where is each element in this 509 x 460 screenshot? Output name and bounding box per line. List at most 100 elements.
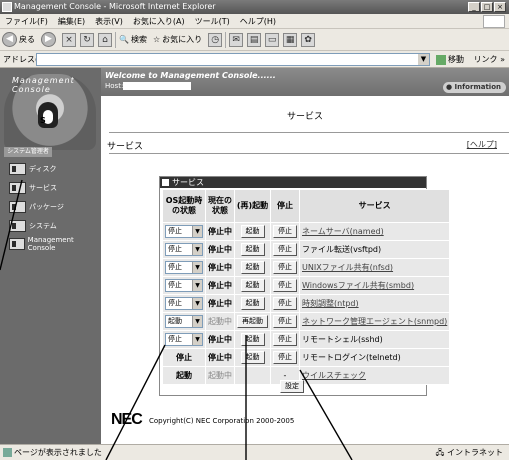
apply-button[interactable]: 設定 — [280, 380, 304, 393]
status-bar: ページが表示されました 🖧 イントラネット — [0, 444, 509, 460]
start-button[interactable]: 起動 — [240, 261, 265, 274]
menu-file[interactable]: ファイル(F) — [0, 16, 53, 27]
service-cell: リモートログイン(telnetd) — [298, 348, 451, 367]
sidebar-item-disk[interactable]: ディスク — [9, 163, 57, 175]
menu-view[interactable]: 表示(V) — [90, 16, 128, 27]
service-link[interactable]: Windowsファイル共有(smbd) — [302, 281, 414, 290]
start-cell — [234, 366, 271, 385]
intranet-zone: 🖧 イントラネット — [435, 448, 503, 457]
service-link[interactable]: ウイルスチェック — [302, 371, 366, 380]
toolbar: ◀ 戻る ▶ × ↻ ⌂ 🔍 検索 ☆ お気に入り ◷ ✉ ▤ ▭ ▦ ✿ — [0, 29, 509, 51]
col-header-service: サービス — [298, 189, 451, 223]
boot-select[interactable]: 停止 ▼ — [165, 297, 203, 310]
table-row: 停止 停止中 起動 停止 リモートログイン(telnetd) — [162, 348, 451, 367]
service-link[interactable]: ネットワーク管理エージェント(snmpd) — [302, 317, 447, 326]
stop-button[interactable]: 停止 — [273, 279, 297, 292]
boot-state: 停止 — [162, 348, 206, 367]
boot-select[interactable]: 起動 ▼ — [165, 315, 203, 328]
stop-button[interactable]: 停止 — [273, 333, 297, 346]
service-icon — [9, 182, 26, 194]
divider — [109, 132, 509, 133]
history-icon[interactable]: ◷ — [208, 32, 223, 47]
page-title: サービス — [286, 112, 323, 122]
edit-icon[interactable]: ▭ — [265, 32, 280, 47]
stop-cell: 停止 — [270, 330, 300, 349]
divider — [109, 153, 509, 154]
stop-button[interactable]: 停止 — [273, 261, 297, 274]
col-header-start: (再)起動 — [234, 189, 271, 223]
boot-select[interactable]: 停止 ▼ — [165, 279, 203, 292]
current-state: 停止中 — [205, 348, 235, 367]
stop-icon[interactable]: × — [62, 32, 76, 47]
boot-select[interactable]: 停止 ▼ — [165, 225, 203, 238]
table-row: 起動 起動中 - ウイルスチェック — [162, 366, 451, 385]
col-header-boot: OS起動時の状態 — [162, 189, 206, 223]
print-icon[interactable]: ▤ — [247, 32, 262, 47]
minimize-button[interactable]: _ — [468, 2, 480, 12]
current-state: 停止中 — [205, 240, 235, 259]
home-icon[interactable]: ⌂ — [98, 32, 112, 47]
forward-button[interactable]: ▶ — [41, 32, 56, 47]
start-button[interactable]: 起動 — [240, 225, 265, 238]
star-icon: ☆ — [152, 35, 161, 44]
service-cell: リモートシェル(sshd) — [298, 330, 451, 349]
menu-bar: ファイル(F) 編集(E) 表示(V) お気に入り(A) ツール(T) ヘルプ(… — [0, 14, 509, 29]
stop-button[interactable]: 停止 — [273, 297, 297, 310]
stop-button[interactable]: 停止 — [273, 351, 297, 364]
dropdown-arrow-icon: ▼ — [192, 316, 202, 327]
start-button[interactable]: 起動 — [240, 351, 265, 364]
start-cell: 再起動 — [234, 312, 271, 331]
back-button[interactable]: ◀ 戻る — [2, 32, 35, 47]
current-state: 起動中 — [205, 366, 235, 385]
boot-select[interactable]: 停止 ▼ — [165, 333, 203, 346]
title-bar: Management Console - Microsoft Internet … — [0, 0, 509, 14]
stop-button[interactable]: 停止 — [273, 315, 297, 328]
sidebar-item-package[interactable]: パッケージ — [9, 201, 64, 213]
messenger-icon[interactable]: ✿ — [301, 32, 316, 47]
menu-help[interactable]: ヘルプ(H) — [235, 16, 281, 27]
start-cell: 起動 — [234, 330, 271, 349]
service-link[interactable]: ネームサーバ(named) — [302, 227, 384, 236]
system-icon — [9, 220, 26, 232]
menu-edit[interactable]: 編集(E) — [53, 16, 90, 27]
copyright: Copyright(C) NEC Corporation 2000-2005 — [149, 417, 295, 425]
sidebar-item-system[interactable]: システム — [9, 220, 57, 232]
address-input[interactable]: ▼ — [36, 53, 430, 66]
start-button[interactable]: 起動 — [240, 297, 265, 310]
boot-select[interactable]: 停止 ▼ — [165, 261, 203, 274]
back-arrow-icon: ◀ — [2, 32, 17, 47]
information-button[interactable]: ● Information — [443, 82, 506, 93]
maximize-button[interactable]: □ — [481, 2, 493, 12]
sidebar-item-service[interactable]: サービス — [9, 182, 57, 194]
menu-favorites[interactable]: お気に入り(A) — [128, 16, 190, 27]
help-link[interactable]: [ヘルプ] — [467, 139, 497, 150]
boot-cell: 停止 ▼ — [162, 222, 206, 241]
host-value — [123, 82, 191, 90]
services-panel-header: サービス — [160, 177, 426, 188]
close-button[interactable]: × — [494, 2, 506, 12]
start-cell: 起動 — [234, 258, 271, 277]
menu-tools[interactable]: ツール(T) — [190, 16, 235, 27]
stop-button[interactable]: 停止 — [273, 243, 297, 256]
address-dropdown-icon[interactable]: ▼ — [418, 54, 429, 65]
sidebar-item-management-console[interactable]: Management Console — [9, 236, 97, 252]
search-button[interactable]: 🔍 検索 — [119, 34, 147, 45]
favorites-button[interactable]: ☆ お気に入り — [153, 34, 202, 45]
stop-button[interactable]: 停止 — [273, 225, 297, 238]
go-button[interactable]: 移動 — [436, 54, 464, 65]
links-button[interactable]: リンク » — [474, 54, 505, 65]
start-button[interactable]: 再起動 — [237, 315, 268, 328]
service-cell: ファイル転送(vsftpd) — [298, 240, 451, 259]
dropdown-arrow-icon: ▼ — [192, 334, 202, 345]
discuss-icon[interactable]: ▦ — [283, 32, 298, 47]
start-button[interactable]: 起動 — [240, 243, 265, 256]
mail-icon[interactable]: ✉ — [229, 32, 244, 47]
address-bar: アドレス(D) ▼ 移動 リンク » — [0, 51, 509, 68]
sidebar: Management Console S システム管理者 ディスク サービス パ… — [0, 68, 101, 444]
start-button[interactable]: 起動 — [240, 279, 265, 292]
start-button[interactable]: 起動 — [240, 333, 265, 346]
boot-select[interactable]: 停止 ▼ — [165, 243, 203, 256]
service-link[interactable]: UNIXファイル共有(nfsd) — [302, 263, 393, 272]
refresh-icon[interactable]: ↻ — [80, 32, 94, 47]
service-link[interactable]: 時刻調整(ntpd) — [302, 299, 359, 308]
